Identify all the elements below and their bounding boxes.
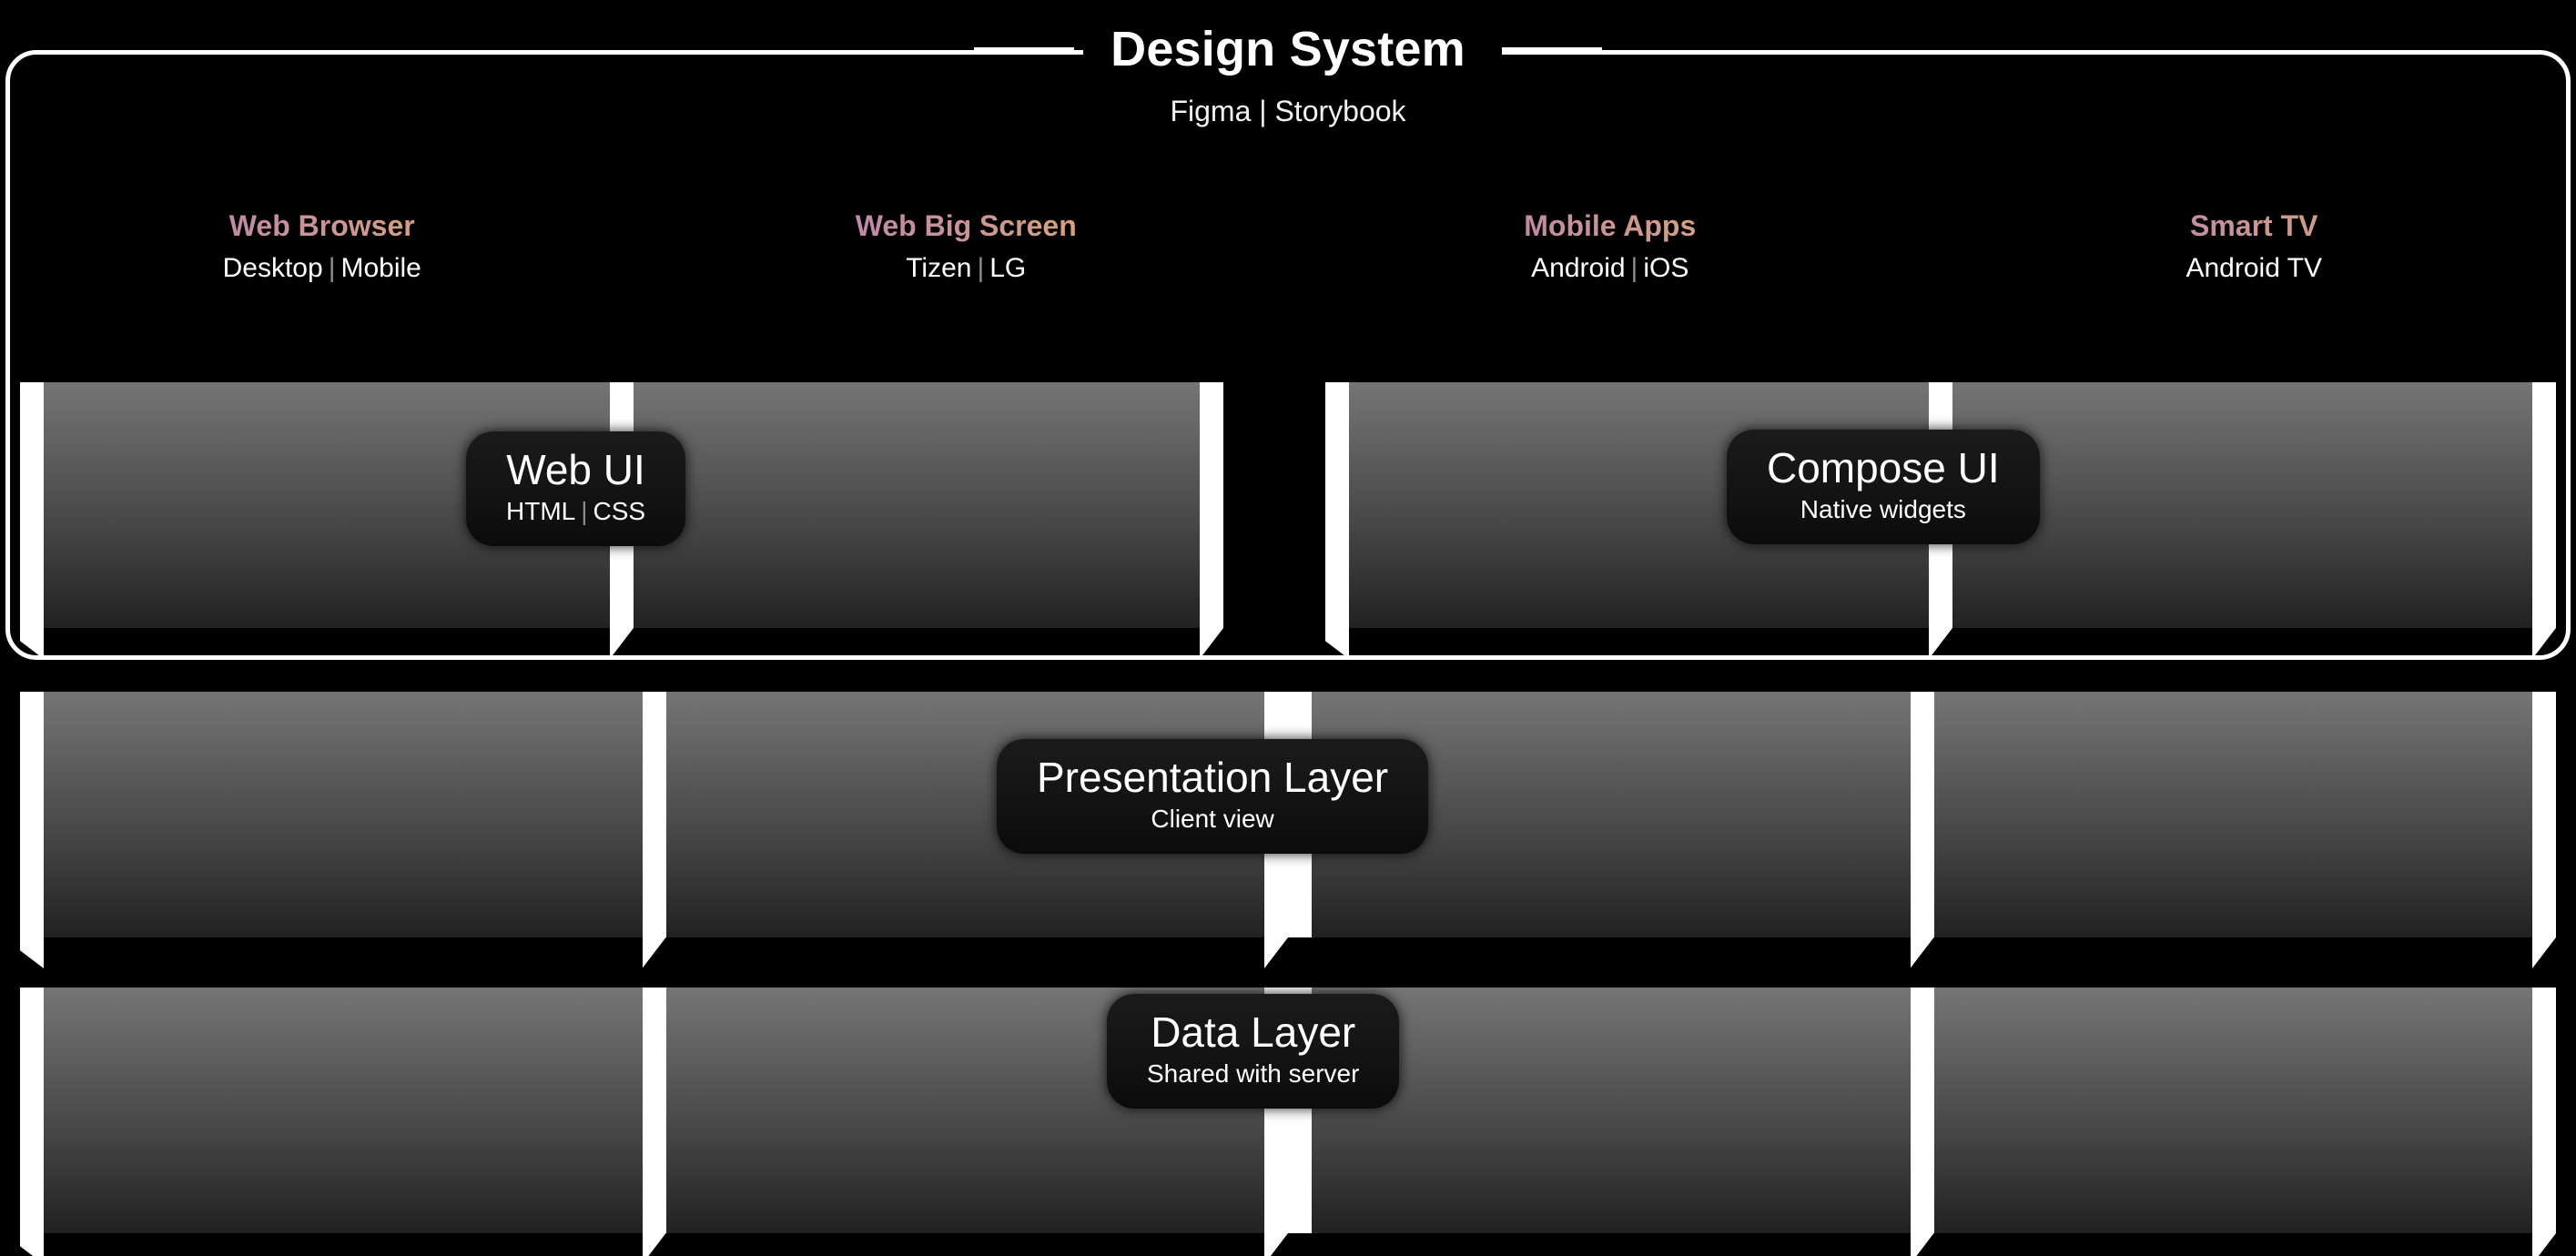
platform-target-right: Mobile [340,252,421,283]
band-segment-smart-tv [1933,692,2532,937]
band-divider [642,988,666,1233]
platform-name: Web Browser [0,210,644,242]
band-cap-left [20,382,44,628]
band-divider [1910,692,1934,937]
platform-target-left: Tizen [906,252,972,283]
pill-title: Web UI [506,446,645,493]
platform-name: Mobile Apps [1288,210,1932,242]
diagram-canvas: Design System Figma | Storybook Web Brow… [0,0,2576,1256]
platform-targets: Tizen | LG [644,252,1289,283]
platform-target-right: iOS [1643,252,1689,283]
platform-column-smart-tv: Smart TV Android TV [1932,210,2576,320]
band-cap-right [1200,382,1223,628]
band-segment-web-browser [44,988,643,1233]
platform-target-left: Android [1531,252,1626,283]
platform-targets: Android | iOS [1288,252,1932,283]
band-segment-web-big-screen [634,382,1200,628]
pill-subtitle: Native widgets [1800,494,1966,523]
band-segment-smart-tv [1933,988,2532,1233]
pill-presentation-layer[interactable]: Presentation Layer Client view [997,739,1429,854]
platform-targets: Android TV [1932,252,2576,283]
separator-icon: | [581,496,588,525]
title-rule-left [974,47,1075,51]
pill-web-ui[interactable]: Web UI HTML | CSS [466,431,686,546]
band-segment-web-browser [44,692,643,937]
platform-target-right: LG [989,252,1027,283]
platform-column-web-browser: Web Browser Desktop | Mobile [0,210,644,320]
title-row: Design System [0,9,2576,89]
platform-name: Web Big Screen [644,210,1289,242]
pill-title: Compose UI [1767,444,2000,491]
title-rule-right [1501,47,1602,51]
band-segment-mobile-apps [1312,988,1911,1233]
platform-name: Smart TV [1932,210,2576,242]
platform-column-web-big-screen: Web Big Screen Tizen | LG [644,210,1289,320]
layer-row-ui [0,382,2576,655]
pill-sub-right: CSS [593,496,646,525]
band-cap-right [2532,988,2556,1233]
pill-title: Presentation Layer [1037,754,1389,801]
pill-subtitle: Client view [1151,804,1274,833]
band-divider [1910,988,1934,1233]
band-divider [642,692,666,937]
diagram-header: Design System Figma | Storybook [0,9,2576,126]
platform-column-mobile-apps: Mobile Apps Android | iOS [1288,210,1932,320]
separator-icon: | [1630,252,1638,283]
title-subtitle: Figma | Storybook [1170,95,1406,127]
band-cap-left [20,988,44,1233]
separator-icon: | [977,252,985,283]
band-cap-left [1325,382,1349,628]
band-cap-right [2532,692,2556,937]
pill-subtitle: Shared with server [1147,1058,1360,1088]
platform-target-left: Desktop [222,252,323,283]
separator-icon: | [328,252,336,283]
platform-target-left: Android TV [2186,252,2323,283]
band-cap-right [2532,382,2556,628]
platform-header-row: Web Browser Desktop | Mobile Web Big Scree… [0,210,2576,320]
platform-targets: Desktop | Mobile [0,252,644,283]
pill-compose-ui[interactable]: Compose UI Native widgets [1727,430,2040,544]
page-title: Design System [1098,25,1478,74]
pill-sub-left: HTML [506,496,576,525]
band-cap-left [20,692,44,937]
pill-title: Data Layer [1151,1008,1356,1056]
pill-subtitle: HTML | CSS [506,496,646,526]
pill-data-layer[interactable]: Data Layer Shared with server [1107,994,1400,1109]
